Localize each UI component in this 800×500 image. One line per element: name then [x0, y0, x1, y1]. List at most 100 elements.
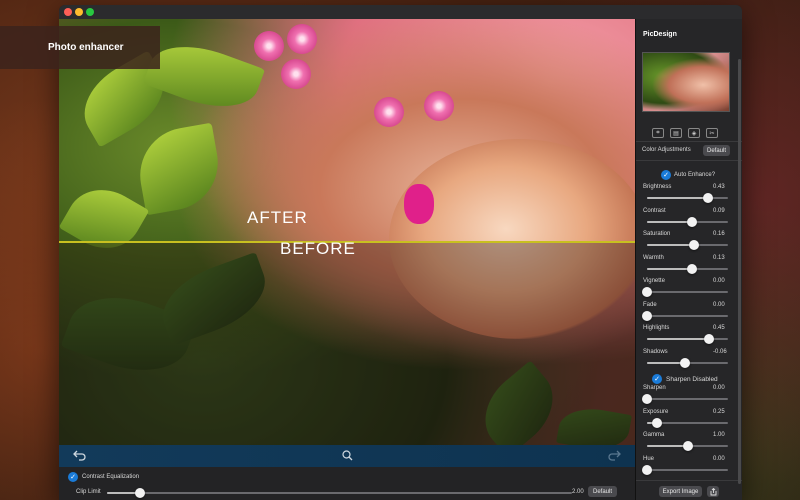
- slider-value: 0.09: [713, 207, 725, 214]
- tool-icon-row: ⌗ ▤ ◈ ✂: [652, 128, 718, 138]
- image-toolbar: [59, 445, 635, 467]
- bottom-controls: ✓ Contrast Equalization Clip Limit 2.00 …: [59, 467, 635, 500]
- slider-value: 1.00: [713, 432, 725, 438]
- slider-value: -0.06: [713, 348, 727, 355]
- slider-label: Gamma: [643, 432, 665, 438]
- slider-fill: [647, 338, 709, 340]
- slider-label: Contrast: [643, 207, 666, 214]
- adjustment-slider[interactable]: [647, 441, 728, 451]
- photo-thumbnail[interactable]: [642, 52, 730, 112]
- clip-limit-value: 2.00: [572, 489, 584, 495]
- crop-icon[interactable]: ⌗: [652, 128, 664, 138]
- flower-image: [281, 59, 311, 89]
- slider-knob[interactable]: [642, 310, 652, 321]
- export-image-button[interactable]: Export Image: [659, 486, 702, 497]
- auto-enhance-checkbox[interactable]: ✓: [661, 170, 671, 180]
- slider-knob[interactable]: [688, 240, 699, 250]
- slider-value: 0.45: [713, 325, 725, 331]
- adjustment-slider[interactable]: [647, 334, 728, 344]
- slider-label: Fade: [643, 301, 657, 308]
- divider: [636, 141, 742, 142]
- slider-label: Sharpen: [643, 385, 666, 391]
- adjustments-sidebar: PicDesign ⌗ ▤ ◈ ✂ Color Adjustments Defa…: [635, 19, 742, 500]
- slider-value: 0.00: [713, 385, 725, 391]
- search-icon[interactable]: [341, 449, 353, 464]
- slider-knob[interactable]: [680, 357, 691, 368]
- flower-image: [254, 31, 284, 61]
- adjustment-slider[interactable]: [642, 394, 728, 404]
- slider-knob[interactable]: [651, 417, 662, 428]
- adjustment-slider[interactable]: [647, 417, 728, 428]
- slider-knob[interactable]: [702, 193, 713, 203]
- redo-icon[interactable]: [608, 449, 621, 464]
- after-label: AFTER: [247, 208, 308, 227]
- close-window-button[interactable]: [64, 8, 72, 16]
- photo-canvas[interactable]: AFTER BEFORE: [59, 19, 635, 445]
- slider-label: Vignette: [643, 278, 665, 284]
- slider-knob[interactable]: [687, 263, 698, 274]
- before-region: [59, 241, 635, 445]
- slider-label: Brightness: [643, 184, 672, 190]
- export-button-label: Export Image: [662, 488, 699, 495]
- default-button-label: Default: [592, 488, 612, 495]
- app-window: AFTER BEFORE ✓ Contrast Equalization Cli…: [59, 5, 742, 500]
- adjustment-slider[interactable]: [647, 240, 728, 250]
- slider-value: 0.00: [713, 301, 725, 308]
- slider-knob[interactable]: [642, 394, 652, 404]
- layers-icon[interactable]: ▤: [670, 128, 682, 138]
- slider-knob[interactable]: [682, 441, 693, 451]
- clip-limit-default-button[interactable]: Default: [588, 486, 617, 497]
- sharpen-checkbox[interactable]: ✓: [652, 374, 662, 384]
- slider-fill: [647, 220, 692, 223]
- auto-enhance-label: Auto Enhance?: [674, 172, 716, 178]
- app-banner: Photo enhancer: [0, 26, 160, 69]
- slider-label: Warmth: [643, 254, 664, 261]
- color-adjustments-default-button[interactable]: Default: [703, 145, 730, 156]
- slider-knob[interactable]: [703, 334, 714, 344]
- slider-value: 0.13: [713, 254, 725, 261]
- flower-image: [374, 97, 404, 127]
- clip-limit-label: Clip Limit: [76, 489, 101, 495]
- slider-fill: [647, 244, 694, 246]
- adjustment-slider[interactable]: [647, 193, 728, 203]
- flower-image: [424, 91, 454, 121]
- slider-label: Saturation: [643, 231, 671, 237]
- filter-icon[interactable]: ◈: [688, 128, 700, 138]
- divider: [636, 160, 742, 161]
- color-adjustments-label: Color Adjustments: [642, 147, 691, 153]
- maximize-window-button[interactable]: [86, 8, 94, 16]
- before-label: BEFORE: [280, 239, 356, 258]
- slider-value: 0.43: [713, 184, 725, 190]
- slider-knob[interactable]: [642, 287, 652, 297]
- title-bar: [59, 5, 742, 19]
- minimize-window-button[interactable]: [75, 8, 83, 16]
- adjustment-slider[interactable]: [647, 263, 728, 274]
- adjustment-slider[interactable]: [642, 464, 728, 475]
- slider-fill: [647, 197, 708, 199]
- contrast-equalization-checkbox[interactable]: ✓: [68, 472, 78, 482]
- sidebar-scrollbar[interactable]: [738, 59, 741, 484]
- sharpen-label: Sharpen Disabled: [666, 376, 718, 383]
- divider: [636, 480, 742, 481]
- adjustment-slider[interactable]: [642, 287, 728, 297]
- adjustment-slider[interactable]: [647, 216, 728, 227]
- slider-value: 0.16: [713, 231, 725, 237]
- adjustment-slider[interactable]: [647, 357, 728, 368]
- share-button[interactable]: [707, 486, 719, 497]
- banner-title: Photo enhancer: [48, 42, 124, 53]
- contrast-equalization-label: Contrast Equalization: [82, 474, 140, 480]
- leaf-image: [132, 122, 226, 216]
- portrait-lips: [404, 184, 434, 224]
- slider-knob[interactable]: [686, 216, 697, 227]
- slider-value: 0.25: [713, 408, 725, 415]
- adjustment-slider[interactable]: [642, 310, 728, 321]
- undo-icon[interactable]: [73, 449, 86, 464]
- clip-limit-slider[interactable]: [107, 488, 572, 498]
- slider-value: 0.00: [713, 455, 725, 462]
- default-button-label: Default: [706, 147, 726, 154]
- scissors-icon[interactable]: ✂: [706, 128, 718, 138]
- leaf-image: [142, 31, 266, 122]
- slider-knob[interactable]: [642, 464, 652, 475]
- slider-knob[interactable]: [134, 488, 145, 498]
- slider-label: Highlights: [643, 325, 670, 331]
